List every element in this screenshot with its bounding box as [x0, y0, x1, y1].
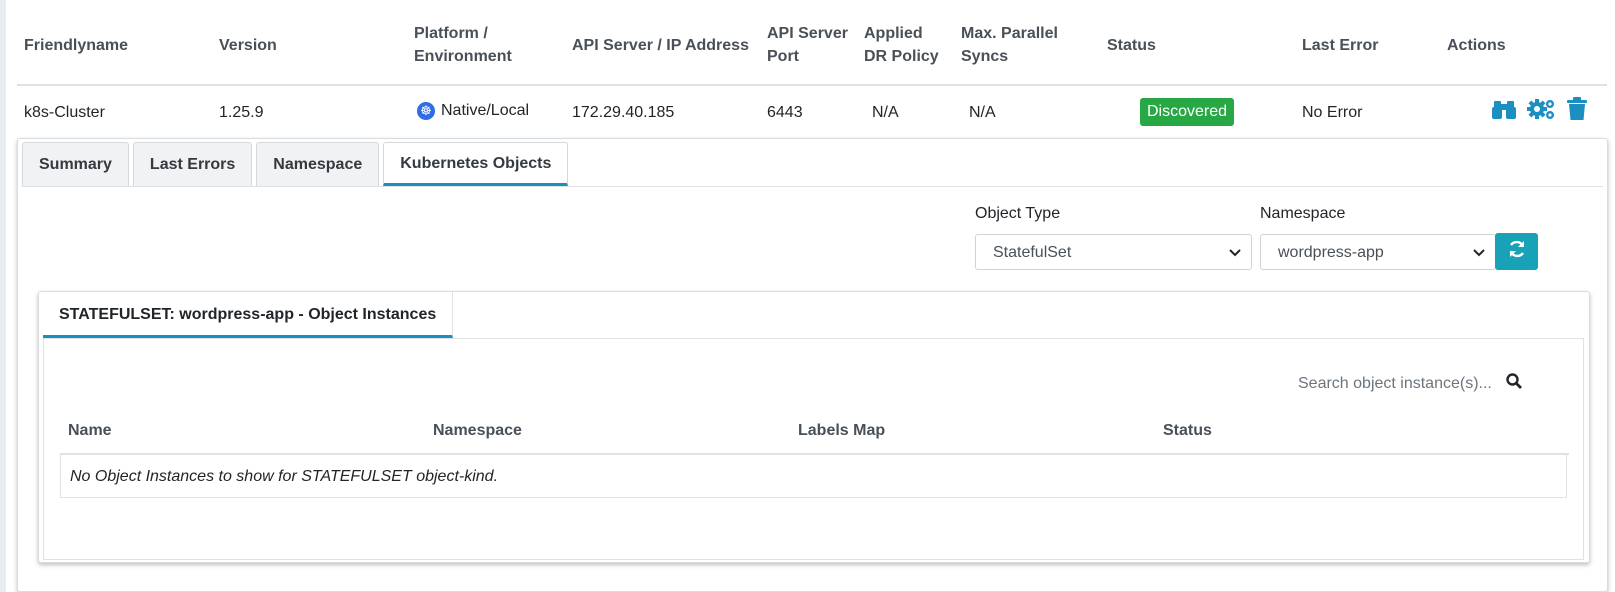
kubernetes-icon: ☸ [417, 102, 435, 120]
cell-parallel-syncs: N/A [969, 104, 996, 121]
tab-summary[interactable]: Summary [22, 142, 129, 186]
tab-last-errors[interactable]: Last Errors [132, 142, 253, 186]
column-namespace[interactable]: Namespace [433, 422, 522, 440]
tab-object-instances[interactable]: STATEFULSET: wordpress-app - Object Inst… [43, 292, 454, 338]
header-platform-line2: Environment [414, 48, 512, 65]
header-api-port[interactable]: API Server Port [767, 22, 848, 68]
cell-api-port: 6443 [767, 104, 803, 121]
header-parallel-syncs-line1: Max. Parallel [961, 25, 1058, 42]
trash-icon[interactable] [1566, 97, 1588, 121]
column-status[interactable]: Status [1163, 422, 1212, 440]
status-badge: Discovered [1140, 98, 1235, 126]
object-instances-panel: STATEFULSET: wordpress-app - Object Inst… [38, 291, 1590, 563]
header-actions: Actions [1447, 37, 1506, 54]
refresh-button[interactable] [1495, 233, 1538, 270]
header-api-server[interactable]: API Server / IP Address [572, 34, 749, 57]
object-instances-body: Search object instance(s)... Name Namesp… [43, 338, 1584, 560]
cell-last-error: No Error [1302, 104, 1363, 121]
header-version[interactable]: Version [219, 34, 277, 57]
binoculars-icon[interactable] [1492, 98, 1516, 120]
object-type-label: Object Type [975, 205, 1061, 222]
header-last-error[interactable]: Last Error [1302, 34, 1378, 57]
header-divider [17, 84, 1607, 86]
header-api-port-line1: API Server [767, 25, 848, 42]
row-actions [1492, 97, 1588, 121]
namespace-label: Namespace [1260, 205, 1346, 222]
header-dr-policy[interactable]: Applied DR Policy [864, 22, 939, 68]
column-name[interactable]: Name [68, 422, 112, 440]
cell-version: 1.25.9 [219, 104, 264, 121]
instance-search[interactable]: Search object instance(s)... [1298, 373, 1522, 394]
gears-icon[interactable] [1526, 97, 1556, 121]
tab-namespace[interactable]: Namespace [256, 142, 380, 186]
object-type-select[interactable]: StatefulSet [975, 234, 1252, 270]
cell-dr-policy: N/A [872, 104, 899, 121]
header-dr-policy-line2: DR Policy [864, 48, 939, 65]
namespace-select[interactable]: wordpress-app [1260, 234, 1496, 270]
tab-divider [22, 186, 1603, 187]
platform-label: Native/Local [441, 102, 530, 119]
detail-tabs: Summary Last Errors Namespace Kubernetes… [22, 142, 572, 186]
header-status[interactable]: Status [1107, 34, 1156, 57]
header-parallel-syncs-line2: Syncs [961, 48, 1009, 65]
cluster-detail-panel: Summary Last Errors Namespace Kubernetes… [17, 138, 1608, 592]
cell-api-server: 172.29.40.185 [572, 104, 675, 121]
chevron-down-icon [1473, 235, 1485, 285]
refresh-icon [1508, 240, 1526, 263]
header-parallel-syncs[interactable]: Max. Parallel Syncs [961, 22, 1058, 68]
header-dr-policy-line1: Applied [864, 25, 923, 42]
empty-message: No Object Instances to show for STATEFUL… [60, 455, 1567, 498]
header-api-port-line2: Port [767, 48, 799, 65]
header-platform-line1: Platform / [414, 25, 488, 42]
tab-kubernetes-objects[interactable]: Kubernetes Objects [383, 142, 569, 186]
column-labels-map[interactable]: Labels Map [798, 422, 885, 440]
header-platform[interactable]: Platform / Environment [414, 22, 512, 68]
header-friendlyname[interactable]: Friendlyname [24, 34, 128, 57]
left-border [0, 0, 6, 592]
search-icon[interactable] [1506, 373, 1522, 394]
chevron-down-icon [1229, 235, 1241, 285]
namespace-value: wordpress-app [1278, 244, 1384, 261]
cell-friendlyname: k8s-Cluster [24, 104, 105, 121]
cell-platform: ☸ Native/Local [417, 101, 529, 121]
search-input[interactable]: Search object instance(s)... [1298, 375, 1492, 393]
object-type-value: StatefulSet [993, 244, 1072, 261]
